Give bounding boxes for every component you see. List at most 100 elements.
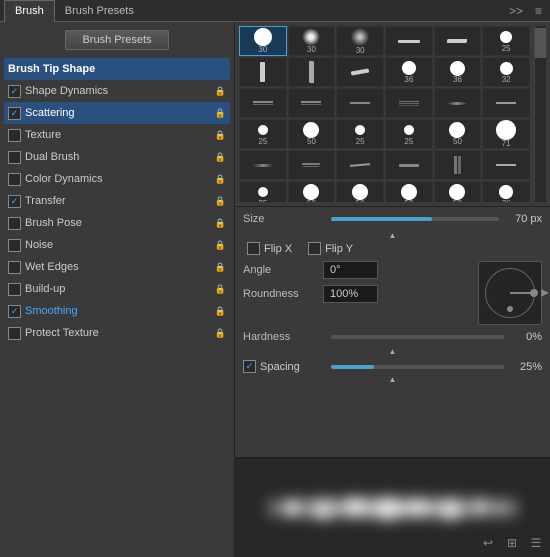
- brush-grid-scrollbar[interactable]: [534, 26, 546, 202]
- flip-x-checkbox[interactable]: [247, 242, 260, 255]
- angle-input[interactable]: [323, 261, 378, 279]
- brush-cell-16[interactable]: [385, 88, 433, 118]
- brush-cell-33[interactable]: 50: [336, 181, 384, 202]
- preview-menu-icon[interactable]: ☰: [526, 533, 546, 553]
- color-dynamics-label: Color Dynamics: [25, 173, 103, 185]
- brush-thumb-20: [291, 122, 333, 138]
- brush-thumb-25: [242, 153, 284, 177]
- spacing-slider[interactable]: [331, 365, 504, 369]
- brush-tip-shape-label: Brush Tip Shape: [8, 63, 95, 75]
- brush-cell-5[interactable]: [434, 26, 482, 56]
- sidebar-item-shape-dynamics[interactable]: Shape Dynamics 🔒: [4, 80, 230, 102]
- flip-y-checkbox[interactable]: [308, 242, 321, 255]
- brush-cell-4[interactable]: [385, 26, 433, 56]
- brush-cell-22[interactable]: 25: [385, 119, 433, 149]
- dual-brush-checkbox[interactable]: [8, 151, 21, 164]
- scattering-label: Scattering: [25, 107, 75, 119]
- right-panel: 30 30 30: [235, 22, 550, 557]
- brush-cell-29[interactable]: [434, 150, 482, 180]
- sidebar-item-scattering[interactable]: Scattering 🔒: [4, 102, 230, 124]
- brush-cell-17[interactable]: [434, 88, 482, 118]
- sidebar-item-protect-texture[interactable]: Protect Texture 🔒: [4, 322, 230, 344]
- noise-checkbox[interactable]: [8, 239, 21, 252]
- brush-cell-35[interactable]: 50: [434, 181, 482, 202]
- sidebar-item-brush-tip-shape[interactable]: Brush Tip Shape: [4, 58, 230, 80]
- size-slider[interactable]: [331, 217, 499, 221]
- brush-cell-30[interactable]: [482, 150, 530, 180]
- texture-lock-icon: 🔒: [215, 130, 226, 141]
- brush-cell-8[interactable]: [288, 57, 336, 87]
- brush-cell-13[interactable]: [239, 88, 287, 118]
- texture-checkbox[interactable]: [8, 129, 21, 142]
- brush-cell-36[interactable]: 36: [482, 181, 530, 202]
- buildup-checkbox[interactable]: [8, 283, 21, 296]
- brush-cell-31[interactable]: 25: [239, 181, 287, 202]
- brush-cell-20[interactable]: 50: [288, 119, 336, 149]
- hardness-value: 0%: [512, 331, 542, 343]
- sidebar-item-transfer[interactable]: Transfer 🔒: [4, 190, 230, 212]
- shape-dynamics-checkbox[interactable]: [8, 85, 21, 98]
- protect-texture-checkbox[interactable]: [8, 327, 21, 340]
- scattering-checkbox[interactable]: [8, 107, 21, 120]
- wet-edges-label: Wet Edges: [25, 261, 79, 273]
- brush-thumb-27: [339, 153, 381, 177]
- angle-handle-horizontal: [510, 292, 530, 294]
- brush-cell-10[interactable]: 36: [385, 57, 433, 87]
- brush-cell-24[interactable]: 71: [482, 119, 530, 149]
- color-dynamics-checkbox[interactable]: [8, 173, 21, 186]
- wet-edges-checkbox[interactable]: [8, 261, 21, 274]
- brush-cell-2[interactable]: 30: [288, 26, 336, 56]
- brush-cell-23[interactable]: 50: [434, 119, 482, 149]
- angle-row: Angle: [243, 261, 470, 279]
- smoothing-checkbox[interactable]: [8, 305, 21, 318]
- brush-cell-28[interactable]: [385, 150, 433, 180]
- tab-brush-presets[interactable]: Brush Presets: [55, 0, 144, 22]
- roundness-input[interactable]: [323, 285, 378, 303]
- brush-thumb-8: [291, 60, 333, 84]
- protect-texture-lock-icon: 🔒: [215, 328, 226, 339]
- brush-presets-btn-row: Brush Presets: [0, 22, 234, 58]
- brush-cell-15[interactable]: [336, 88, 384, 118]
- brush-cell-12[interactable]: 32: [482, 57, 530, 87]
- spacing-label: Spacing: [260, 361, 300, 373]
- brush-thumb-34: [388, 184, 430, 200]
- sidebar-item-noise[interactable]: Noise 🔒: [4, 234, 230, 256]
- spacing-slider-arrow: [243, 347, 542, 356]
- sidebar-item-brush-pose[interactable]: Brush Pose 🔒: [4, 212, 230, 234]
- sidebar-item-buildup[interactable]: Build-up 🔒: [4, 278, 230, 300]
- sidebar-item-texture[interactable]: Texture 🔒: [4, 124, 230, 146]
- hardness-slider[interactable]: [331, 335, 504, 339]
- panel-options-icon[interactable]: ≡: [531, 4, 546, 18]
- brush-cell-1[interactable]: 30: [239, 26, 287, 56]
- preview-grid-icon[interactable]: ⊞: [502, 533, 522, 553]
- brush-cell-14[interactable]: [288, 88, 336, 118]
- brush-thumb-21: [339, 122, 381, 138]
- brush-cell-34[interactable]: 50: [385, 181, 433, 202]
- angle-widget[interactable]: ▶: [478, 261, 542, 325]
- brush-cell-21[interactable]: 25: [336, 119, 384, 149]
- sidebar-item-dual-brush[interactable]: Dual Brush 🔒: [4, 146, 230, 168]
- brush-cell-26[interactable]: [288, 150, 336, 180]
- brush-cell-7[interactable]: [239, 57, 287, 87]
- brush-thumb-5: [437, 29, 479, 53]
- brush-pose-checkbox[interactable]: [8, 217, 21, 230]
- brush-cell-3[interactable]: 30: [336, 26, 384, 56]
- brush-cell-9[interactable]: [336, 57, 384, 87]
- brush-presets-button[interactable]: Brush Presets: [65, 30, 168, 50]
- brush-cell-25[interactable]: [239, 150, 287, 180]
- sidebar-item-smoothing[interactable]: Smoothing 🔒: [4, 300, 230, 322]
- brush-cell-32[interactable]: 50: [288, 181, 336, 202]
- brush-cell-11[interactable]: 36: [434, 57, 482, 87]
- preview-reset-icon[interactable]: ↩: [478, 533, 498, 553]
- dual-brush-lock-icon: 🔒: [215, 152, 226, 163]
- tab-brush[interactable]: Brush: [4, 0, 55, 22]
- brush-cell-18[interactable]: [482, 88, 530, 118]
- panel-menu-icon[interactable]: >>: [505, 4, 527, 18]
- brush-cell-19[interactable]: 25: [239, 119, 287, 149]
- sidebar-item-color-dynamics[interactable]: Color Dynamics 🔒: [4, 168, 230, 190]
- sidebar-item-wet-edges[interactable]: Wet Edges 🔒: [4, 256, 230, 278]
- brush-cell-6[interactable]: 25: [482, 26, 530, 56]
- spacing-checkbox[interactable]: [243, 360, 256, 373]
- transfer-checkbox[interactable]: [8, 195, 21, 208]
- brush-cell-27[interactable]: [336, 150, 384, 180]
